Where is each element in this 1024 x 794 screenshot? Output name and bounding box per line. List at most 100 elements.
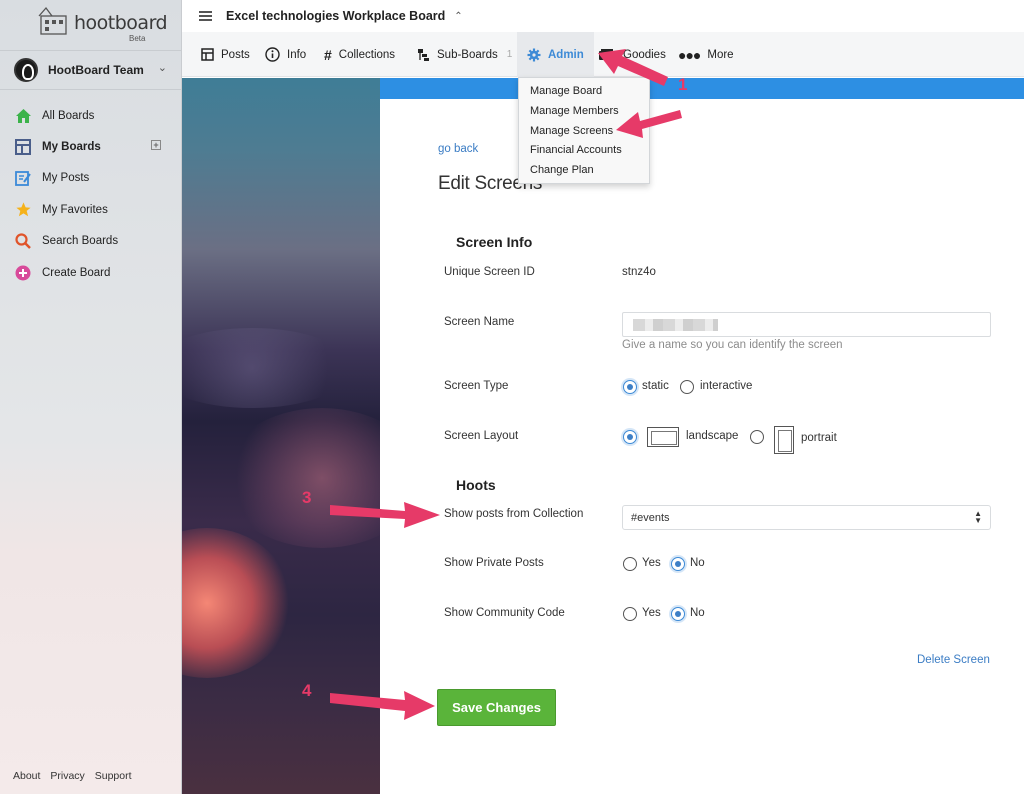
- sidebar-item-search-boards[interactable]: Search Boards: [0, 226, 181, 257]
- select-arrows-icon: ▲ ▼: [974, 509, 982, 525]
- sidebar-item-label: Create Board: [42, 266, 111, 279]
- menu-icon[interactable]: [199, 11, 212, 21]
- tab-label: Admin: [548, 48, 584, 61]
- menu-item-manage-board[interactable]: Manage Board: [530, 85, 602, 97]
- panel-header-bar: [380, 78, 1024, 99]
- private-no-radio[interactable]: [671, 557, 685, 571]
- owl-logo-icon: [38, 6, 67, 35]
- annotation-3: 3: [302, 488, 312, 507]
- team-avatar: [14, 58, 38, 82]
- screen-type-label: Screen Type: [444, 380, 509, 392]
- tab-goodies[interactable]: Goodies: [598, 32, 666, 77]
- sidebar-nav: All Boards My Boards + My Posts My Favor…: [0, 100, 181, 288]
- screen-type-static-label: static: [642, 380, 669, 392]
- tab-label: Posts: [221, 48, 250, 61]
- private-posts-label: Show Private Posts: [444, 557, 544, 569]
- tab-info[interactable]: Info: [265, 32, 306, 77]
- team-switcher[interactable]: HootBoard Team ⌄: [0, 50, 181, 90]
- sidebar-item-all-boards[interactable]: All Boards: [0, 100, 181, 131]
- screen-name-hint: Give a name so you can identify the scre…: [622, 339, 843, 351]
- sidebar-item-label: My Boards: [42, 141, 101, 154]
- unique-id-label: Unique Screen ID: [444, 266, 535, 278]
- tab-label: Collections: [338, 48, 396, 61]
- sidebar-item-label: All Boards: [42, 109, 95, 122]
- chevron-up-icon[interactable]: ⌃: [454, 11, 462, 22]
- more-icon: ●●●: [678, 46, 701, 63]
- redacted-screen-name: [633, 319, 718, 331]
- chevron-down-icon[interactable]: ⌄: [158, 61, 167, 74]
- portrait-layout-icon: [774, 426, 794, 454]
- gear-icon: [527, 48, 541, 62]
- layout-portrait-label: portrait: [801, 432, 837, 444]
- layout-portrait-radio[interactable]: [750, 430, 764, 444]
- sidebar-item-my-favorites[interactable]: My Favorites: [0, 194, 181, 225]
- annotation-1: 1: [678, 75, 688, 94]
- board-tabs: Posts Info # Collections Sub-Boards 1 Ad…: [182, 32, 1024, 77]
- subboards-icon: [417, 48, 430, 62]
- tab-admin[interactable]: Admin: [517, 32, 594, 77]
- plus-circle-icon: [14, 264, 32, 282]
- hoots-heading: Hoots: [456, 477, 496, 493]
- tab-label: Goodies: [623, 48, 666, 61]
- layout-landscape-radio[interactable]: [623, 430, 637, 444]
- tab-sub-boards[interactable]: Sub-Boards 1: [417, 32, 512, 77]
- private-yes-label: Yes: [642, 557, 661, 569]
- screen-type-interactive-label: interactive: [700, 380, 753, 392]
- sidebar-item-my-boards[interactable]: My Boards +: [0, 131, 181, 162]
- collection-select-value: #events: [631, 512, 670, 524]
- team-name: HootBoard Team: [48, 63, 144, 77]
- layout-landscape-label: landscape: [686, 430, 739, 442]
- board-background-image: [182, 78, 380, 794]
- private-no-label: No: [690, 557, 705, 569]
- tab-more[interactable]: ●●● More: [678, 32, 734, 77]
- hootboard-logo[interactable]: hootboard Beta: [36, 4, 168, 46]
- beta-badge: Beta: [129, 34, 146, 43]
- tab-collections[interactable]: # Collections: [324, 32, 395, 77]
- logo-text: hootboard: [74, 12, 168, 34]
- search-icon: [14, 232, 32, 250]
- sidebar-item-label: My Favorites: [42, 203, 108, 216]
- screen-type-interactive-radio[interactable]: [680, 380, 694, 394]
- goodies-icon: [598, 48, 616, 61]
- tab-posts[interactable]: Posts: [201, 32, 250, 77]
- collection-select[interactable]: #events ▲ ▼: [622, 505, 991, 530]
- expand-plus-icon[interactable]: +: [151, 140, 161, 151]
- tab-label: Sub-Boards: [437, 48, 498, 61]
- edit-icon: [14, 169, 32, 187]
- private-yes-radio[interactable]: [623, 557, 637, 571]
- tab-label: More: [707, 48, 734, 61]
- hash-icon: #: [324, 46, 332, 63]
- boards-icon: [14, 138, 32, 156]
- collection-label: Show posts from Collection: [444, 508, 584, 520]
- community-yes-radio[interactable]: [623, 607, 637, 621]
- community-code-label: Show Community Code: [444, 607, 565, 619]
- unique-id-value: stnz4o: [622, 266, 656, 278]
- menu-item-manage-members[interactable]: Manage Members: [530, 105, 619, 117]
- save-changes-button[interactable]: Save Changes: [437, 689, 556, 726]
- sidebar-item-my-posts[interactable]: My Posts: [0, 163, 181, 194]
- sidebar-footer: About Privacy Support: [13, 770, 139, 782]
- footer-link-about[interactable]: About: [13, 770, 40, 782]
- menu-item-manage-screens[interactable]: Manage Screens: [530, 125, 613, 137]
- screen-type-static-radio[interactable]: [623, 380, 637, 394]
- info-icon: [265, 47, 280, 62]
- sidebar: hootboard Beta HootBoard Team ⌄ All Boar…: [0, 0, 182, 794]
- screen-info-heading: Screen Info: [456, 234, 533, 250]
- menu-item-financial-accounts[interactable]: Financial Accounts: [530, 144, 622, 156]
- admin-menu: Manage Board Manage Members Manage Scree…: [518, 77, 650, 184]
- footer-link-privacy[interactable]: Privacy: [50, 770, 84, 782]
- menu-item-change-plan[interactable]: Change Plan: [530, 164, 594, 176]
- go-back-link[interactable]: go back: [438, 143, 478, 155]
- sidebar-item-label: Search Boards: [42, 235, 119, 248]
- screen-layout-label: Screen Layout: [444, 430, 519, 442]
- sidebar-item-label: My Posts: [42, 172, 90, 185]
- star-icon: [14, 201, 32, 219]
- delete-screen-link[interactable]: Delete Screen: [917, 654, 990, 666]
- sidebar-item-create-board[interactable]: Create Board: [0, 257, 181, 288]
- home-icon: [14, 107, 32, 125]
- posts-icon: [201, 48, 214, 61]
- board-title: Excel technologies Workplace Board: [226, 9, 446, 23]
- community-no-radio[interactable]: [671, 607, 685, 621]
- footer-link-support[interactable]: Support: [95, 770, 132, 782]
- screen-name-input[interactable]: [622, 312, 991, 337]
